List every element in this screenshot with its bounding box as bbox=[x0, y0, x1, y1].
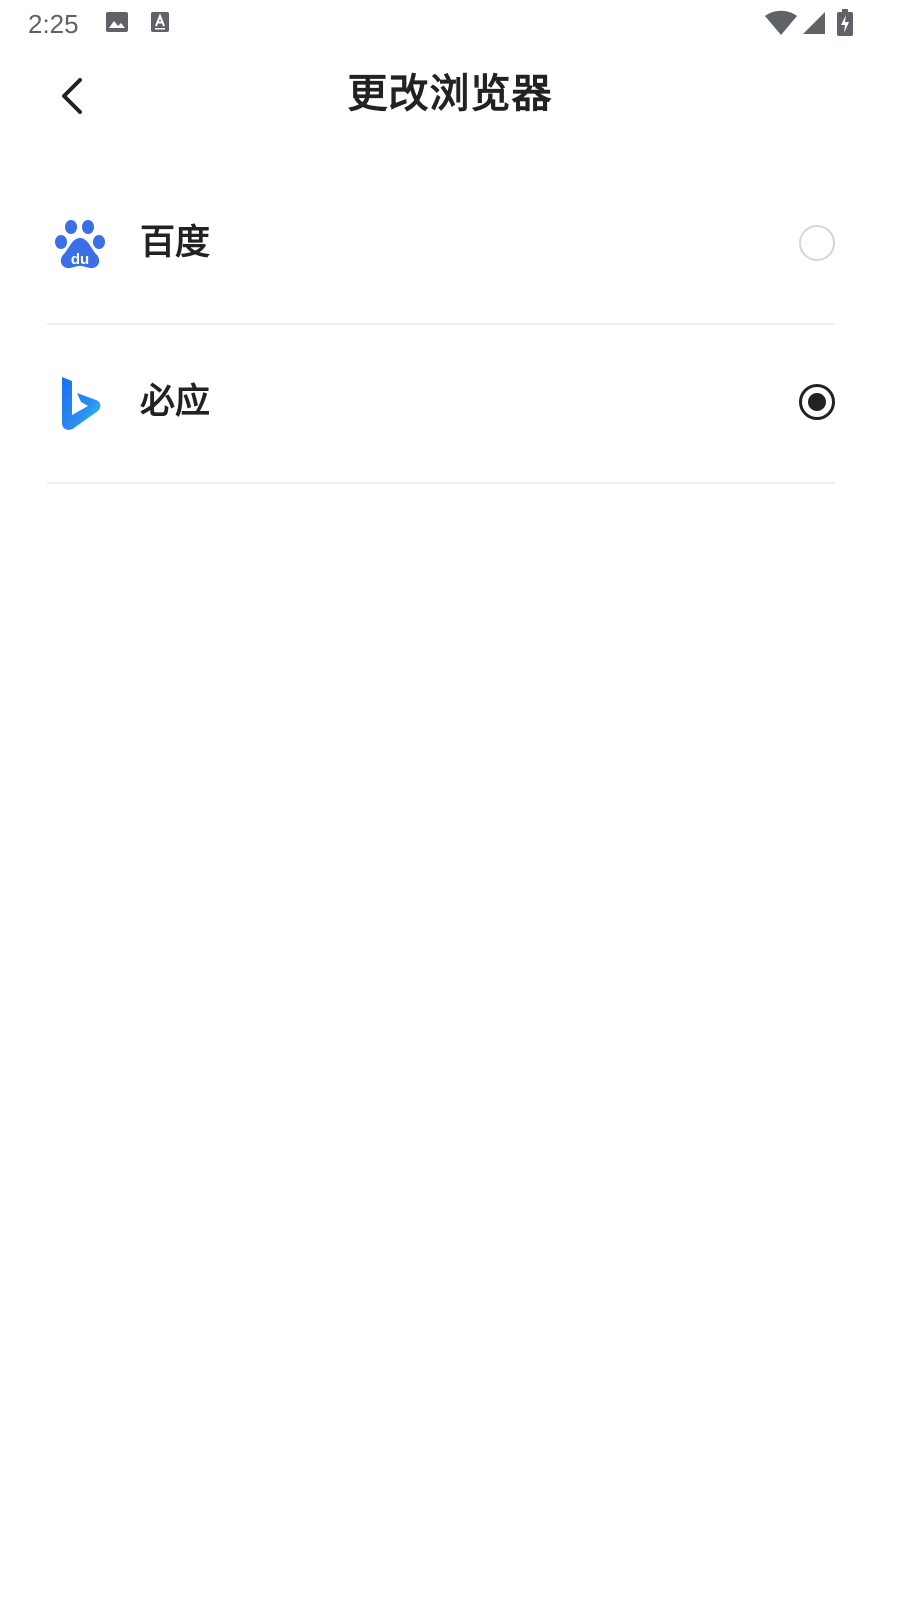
svg-text:du: du bbox=[71, 251, 89, 268]
gallery-icon bbox=[106, 12, 128, 32]
accessibility-icon bbox=[151, 12, 169, 32]
radio-bing[interactable] bbox=[799, 384, 835, 420]
cellular-signal-icon bbox=[803, 12, 825, 34]
page-title: 更改浏览器 bbox=[347, 71, 553, 117]
radio-baidu[interactable] bbox=[799, 225, 835, 261]
status-bar: 2:25 bbox=[0, 0, 900, 48]
option-label-bing: 必应 bbox=[140, 382, 211, 422]
wifi-icon bbox=[765, 10, 797, 35]
radio-selected-dot bbox=[808, 393, 826, 411]
option-label-baidu: 百度 bbox=[140, 223, 211, 263]
option-row-baidu[interactable]: du 百度 bbox=[47, 166, 835, 325]
app-header: 更改浏览器 bbox=[0, 48, 900, 144]
option-row-bing[interactable]: 必应 bbox=[47, 325, 835, 484]
status-time: 2:25 bbox=[28, 9, 79, 39]
browser-option-list: du 百度 必应 bbox=[47, 166, 835, 484]
bing-logo-icon bbox=[62, 377, 101, 430]
baidu-logo-icon: du bbox=[55, 220, 105, 269]
battery-charging-icon bbox=[837, 9, 853, 36]
